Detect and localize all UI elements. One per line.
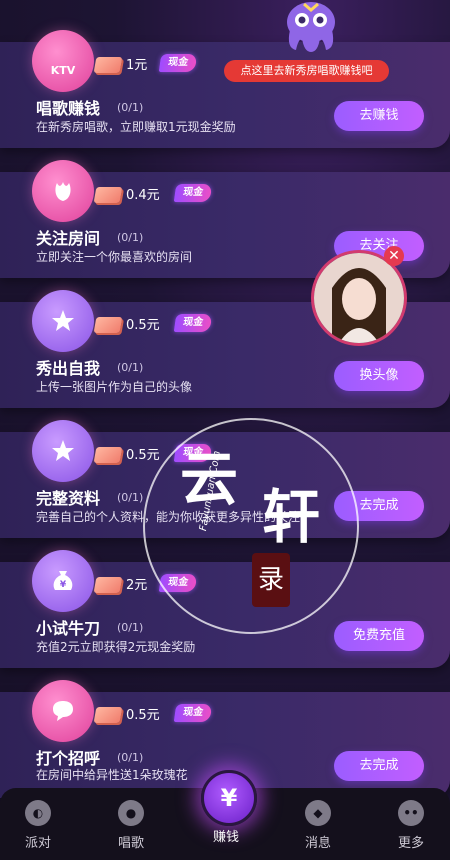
watermark-logo <box>143 418 359 634</box>
tab-more[interactable]: •• 更多 <box>381 800 441 851</box>
star-icon <box>32 290 94 352</box>
tab-sing[interactable]: ● 唱歌 <box>101 800 161 851</box>
party-icon: ◐ <box>25 800 51 826</box>
money-icon <box>93 317 123 333</box>
svg-text:¥: ¥ <box>60 580 67 590</box>
task-description: 在新秀房唱歌，立即赚取1元现金奖励 <box>36 120 236 134</box>
tab-earn-label[interactable]: 赚钱 <box>201 826 251 845</box>
task-progress: (0/1) <box>117 231 144 244</box>
reward-amount: 1元 <box>126 58 148 73</box>
watermark-seal: 录 <box>252 553 290 607</box>
tab-messages[interactable]: ◆ 消息 <box>288 800 348 851</box>
cash-badge: 现金 <box>173 314 213 332</box>
cash-badge: 现金 <box>158 54 198 72</box>
task-title: 完整资料 <box>36 489 101 508</box>
greet-complete-button[interactable]: 去完成 <box>334 751 424 781</box>
task-description: 在房间中给异性送1朵玫瑰花 <box>36 768 188 782</box>
tab-label: 派对 <box>24 836 51 851</box>
reward-amount: 0.4元 <box>126 188 160 203</box>
free-recharge-button[interactable]: 免费充值 <box>334 621 424 651</box>
reward-amount: 0.5元 <box>126 708 160 723</box>
star-icon <box>32 420 94 482</box>
task-description: 上传一张图片作为自己的头像 <box>36 380 193 394</box>
task-progress: (0/1) <box>117 751 144 764</box>
tab-party[interactable]: ◐ 派对 <box>8 800 68 851</box>
task-description: 立即关注一个你最喜欢的房间 <box>36 250 193 264</box>
reward-amount: 0.5元 <box>126 448 160 463</box>
task-progress: (0/1) <box>117 361 144 374</box>
tulip-icon <box>32 160 94 222</box>
reward-amount: 2元 <box>126 578 148 593</box>
money-icon <box>93 447 123 463</box>
microphone-icon: ● <box>118 800 144 826</box>
message-icon: ◆ <box>305 800 331 826</box>
money-icon <box>93 707 123 723</box>
task-title: 关注房间 <box>36 229 101 248</box>
task-title: 唱歌赚钱 <box>36 99 101 118</box>
task-description: 充值2元立即获得2元现金奖励 <box>36 640 196 654</box>
tab-label: 消息 <box>304 836 331 851</box>
change-avatar-button[interactable]: 换头像 <box>334 361 424 391</box>
tab-label: 唱歌 <box>117 836 144 851</box>
tab-label: 更多 <box>397 836 424 851</box>
tooltip[interactable]: 点这里去新秀房唱歌赚钱吧 <box>224 60 389 82</box>
task-progress: (0/1) <box>117 101 144 114</box>
money-icon <box>93 57 123 73</box>
ktv-icon: KTV <box>32 30 94 92</box>
money-icon <box>93 187 123 203</box>
money-bag-icon: ¥ <box>32 550 94 612</box>
task-progress: (0/1) <box>117 621 144 634</box>
task-title: 小试牛刀 <box>36 619 101 638</box>
more-icon: •• <box>398 800 424 826</box>
close-icon[interactable]: ✕ <box>384 246 404 266</box>
cash-badge: 现金 <box>173 704 213 722</box>
mascot-icon[interactable] <box>282 0 340 56</box>
task-progress: (0/1) <box>117 491 144 504</box>
yen-icon[interactable]: ¥ <box>201 770 257 826</box>
cash-badge: 现金 <box>173 184 213 202</box>
go-earn-button[interactable]: 去赚钱 <box>334 101 424 131</box>
chat-bubble-icon <box>32 680 94 742</box>
task-title: 秀出自我 <box>36 359 101 378</box>
reward-amount: 0.5元 <box>126 318 160 333</box>
money-icon <box>93 577 123 593</box>
watermark-char: 轩 <box>262 483 321 551</box>
